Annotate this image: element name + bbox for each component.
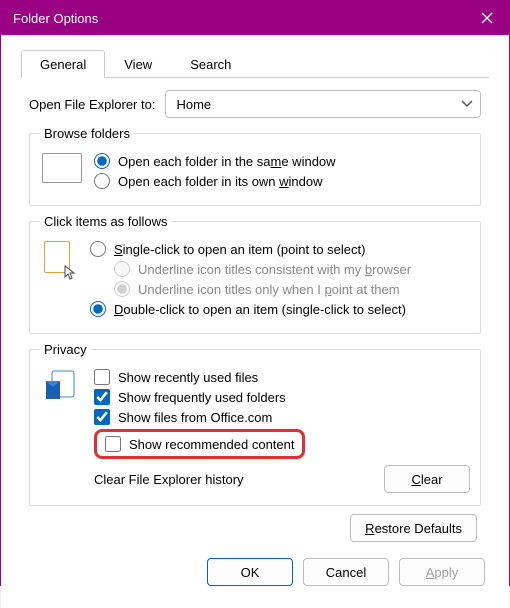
folder-window-icon [42,153,82,183]
radio-own-window[interactable]: Open each folder in its own window [94,173,470,189]
tab-strip: General View Search [21,49,489,78]
restore-defaults-button[interactable]: Restore Defaults [350,514,477,542]
titlebar: Folder Options [1,1,509,35]
check-recommended-label: Show recommended content [129,437,294,452]
restore-row: Restore Defaults [29,514,481,542]
open-explorer-row: Open File Explorer to: Home [29,90,481,118]
radio-single-click-label: Single-click to open an item (point to s… [114,242,365,257]
clear-history-row: Clear File Explorer history Clear [94,465,470,493]
apply-button: Apply [399,558,485,586]
open-explorer-value: Home [176,97,211,112]
click-items-icon [44,241,76,279]
check-recommended-input[interactable] [105,436,121,452]
radio-double-click[interactable]: Double-click to open an item (single-cli… [90,301,470,317]
privacy-group: Privacy Show recently used files [29,342,481,506]
window-title: Folder Options [13,11,465,26]
open-explorer-label: Open File Explorer to: [29,97,155,112]
radio-own-window-input[interactable] [94,173,110,189]
radio-single-click-input[interactable] [90,241,106,257]
tab-general-content: Open File Explorer to: Home Browse folde… [13,78,497,550]
cancel-button[interactable]: Cancel [303,558,389,586]
cursor-icon [64,265,78,281]
tab-search[interactable]: Search [171,50,250,78]
check-office-files-label: Show files from Office.com [118,410,272,425]
check-office-files-input[interactable] [94,409,110,425]
click-items-legend: Click items as follows [40,214,172,229]
check-frequent-folders-input[interactable] [94,389,110,405]
browse-folders-group: Browse folders Open each folder in the s… [29,126,481,206]
radio-same-window-input[interactable] [94,153,110,169]
radio-underline-browser-label: Underline icon titles consistent with my… [138,262,411,277]
radio-double-click-label: Double-click to open an item (single-cli… [114,302,406,317]
radio-underline-point-label: Underline icon titles only when I point … [138,282,400,297]
tab-general[interactable]: General [21,50,105,78]
ok-button[interactable]: OK [207,558,293,586]
check-recommended[interactable]: Show recommended content [105,436,294,452]
radio-double-click-input[interactable] [90,301,106,317]
folder-options-window: Folder Options General View Search Open … [0,0,510,586]
clear-history-label: Clear File Explorer history [94,472,384,487]
radio-underline-point-input [114,281,130,297]
click-items-group: Click items as follows Single-click to o… [29,214,481,334]
clear-button[interactable]: Clear [384,465,470,493]
privacy-legend: Privacy [40,342,91,357]
radio-underline-point: Underline icon titles only when I point … [114,281,470,297]
radio-single-click[interactable]: Single-click to open an item (point to s… [90,241,470,257]
radio-underline-browser: Underline icon titles consistent with my… [114,261,470,277]
dialog-footer: OK Cancel Apply [13,550,497,598]
client-area: General View Search Open File Explorer t… [1,35,509,608]
check-frequent-folders-label: Show frequently used folders [118,390,286,405]
check-frequent-folders[interactable]: Show frequently used folders [94,389,470,405]
check-recent-files[interactable]: Show recently used files [94,369,470,385]
recommended-highlight: Show recommended content [94,429,305,459]
privacy-icon [44,367,80,403]
open-explorer-select[interactable]: Home [165,90,481,118]
close-icon [481,12,493,24]
open-explorer-select-wrap: Home [165,90,481,118]
radio-same-window-label: Open each folder in the same window [118,154,336,169]
radio-own-window-label: Open each folder in its own window [118,174,323,189]
check-recent-files-label: Show recently used files [118,370,258,385]
close-button[interactable] [465,1,509,35]
check-office-files[interactable]: Show files from Office.com [94,409,470,425]
tab-view[interactable]: View [105,50,171,78]
radio-same-window[interactable]: Open each folder in the same window [94,153,470,169]
check-recent-files-input[interactable] [94,369,110,385]
browse-folders-legend: Browse folders [40,126,134,141]
radio-underline-browser-input [114,261,130,277]
